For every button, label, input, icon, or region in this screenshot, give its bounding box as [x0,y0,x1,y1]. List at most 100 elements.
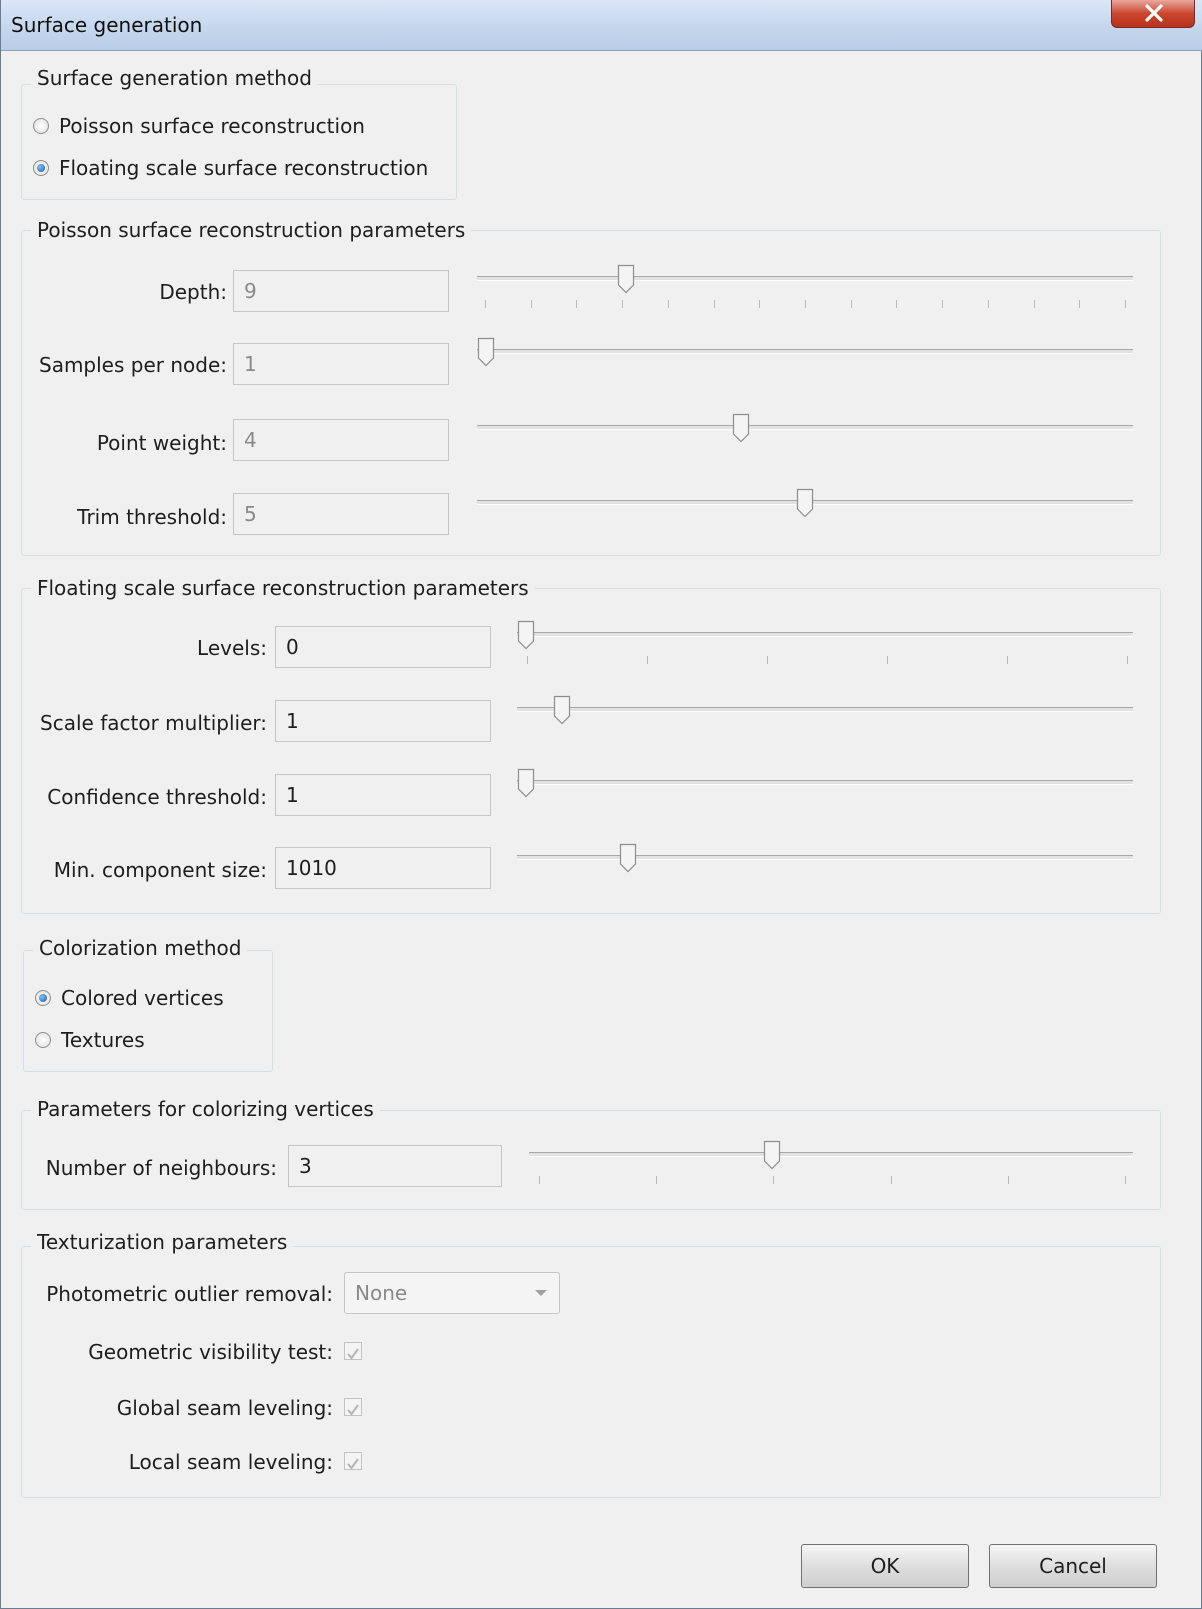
radio-button[interactable] [35,1032,51,1048]
point-weight-slider[interactable] [477,413,1133,443]
confidence-threshold-field[interactable]: 1 [275,774,491,816]
levels-slider[interactable] [517,620,1133,650]
number-of-neighbours-slider[interactable] [529,1140,1133,1170]
close-button[interactable] [1111,0,1195,28]
depth-ticks [485,300,1126,308]
trim-threshold-slider[interactable] [477,488,1133,518]
tick-mark [1034,300,1035,308]
outlier-removal-dropdown[interactable]: None [344,1272,560,1314]
tick-mark [851,300,852,308]
vertices-params-legend: Parameters for colorizing vertices [31,1097,380,1121]
texturization-params-legend: Texturization parameters [31,1230,294,1254]
tick-mark [668,300,669,308]
ok-button[interactable]: OK [801,1544,969,1588]
radio-poisson[interactable]: Poisson surface reconstruction [33,114,365,138]
tick-mark [759,300,760,308]
outlier-removal-value: None [355,1281,408,1305]
checkmark-icon[interactable] [344,1452,362,1470]
confidence-threshold-slider[interactable] [517,768,1133,798]
chevron-down-icon [535,1290,547,1296]
tick-mark [1007,656,1008,664]
tick-mark [988,300,989,308]
tick-mark [1008,1176,1009,1184]
radio-label: Colored vertices [61,986,224,1010]
title-bar: Surface generation [1,0,1202,51]
samples-per-node-slider[interactable] [477,337,1133,367]
tick-mark [1127,656,1128,664]
checkmark-icon[interactable] [344,1342,362,1360]
depth-slider[interactable] [477,264,1133,294]
radio-colored-vertices[interactable]: Colored vertices [35,986,224,1010]
close-icon [1145,4,1163,22]
levels-label: Levels: [197,636,267,660]
radio-label: Floating scale surface reconstruction [59,156,429,180]
slider-track[interactable] [477,425,1133,430]
slider-thumb[interactable] [796,488,814,518]
levels-field[interactable]: 0 [275,626,491,668]
tick-mark [1125,300,1126,308]
surface-generation-dialog: Surface generation Surface generation me… [0,0,1202,1609]
poisson-params-legend: Poisson surface reconstruction parameter… [31,218,472,242]
point-weight-field[interactable]: 4 [233,419,449,461]
slider-thumb[interactable] [763,1140,781,1170]
slider-track[interactable] [517,707,1133,712]
tick-mark [656,1176,657,1184]
surface-method-group [21,84,457,200]
depth-field[interactable]: 9 [233,270,449,312]
tick-mark [773,1176,774,1184]
tick-mark [887,656,888,664]
slider-thumb[interactable] [732,413,750,443]
slider-thumb[interactable] [553,695,571,725]
checkmark-icon[interactable] [344,1398,362,1416]
slider-thumb[interactable] [619,843,637,873]
geometric-visibility-checkbox[interactable] [344,1342,362,1360]
tick-mark [527,656,528,664]
radio-floating-scale[interactable]: Floating scale surface reconstruction [33,156,428,180]
slider-track[interactable] [477,349,1133,354]
slider-track[interactable] [517,855,1133,860]
global-seam-leveling-checkbox[interactable] [344,1398,362,1416]
tick-mark [891,1176,892,1184]
surface-method-legend: Surface generation method [31,66,318,90]
slider-thumb[interactable] [617,264,635,294]
scale-factor-multiplier-label: Scale factor multiplier: [40,711,267,735]
cancel-button[interactable]: Cancel [989,1544,1157,1588]
tick-mark [805,300,806,308]
tick-mark [896,300,897,308]
radio-textures[interactable]: Textures [35,1028,145,1052]
number-of-neighbours-field[interactable]: 3 [288,1145,502,1187]
radio-button[interactable] [33,160,49,176]
scale-factor-multiplier-slider[interactable] [517,695,1133,725]
global-seam-leveling-label: Global seam leveling: [116,1396,333,1420]
min-component-size-label: Min. component size: [53,858,267,882]
radio-button[interactable] [33,118,49,134]
tick-mark [1079,300,1080,308]
window-title: Surface generation [11,13,203,37]
neighbours-ticks [539,1176,1126,1184]
scale-factor-multiplier-field[interactable]: 1 [275,700,491,742]
slider-thumb[interactable] [517,768,535,798]
tick-mark [647,656,648,664]
slider-thumb[interactable] [477,337,495,367]
slider-track[interactable] [517,632,1133,637]
slider-track[interactable] [477,276,1133,281]
tick-mark [531,300,532,308]
point-weight-label: Point weight: [96,431,227,455]
trim-threshold-field[interactable]: 5 [233,493,449,535]
slider-track[interactable] [529,1152,1133,1157]
min-component-size-field[interactable]: 1010 [275,847,491,889]
local-seam-leveling-checkbox[interactable] [344,1452,362,1470]
tick-mark [485,300,486,308]
tick-mark [714,300,715,308]
colorization-method-legend: Colorization method [33,936,248,960]
slider-thumb[interactable] [517,620,535,650]
confidence-threshold-label: Confidence threshold: [47,785,267,809]
radio-button[interactable] [35,990,51,1006]
min-component-size-slider[interactable] [517,843,1133,873]
tick-mark [942,300,943,308]
tick-mark [576,300,577,308]
samples-per-node-field[interactable]: 1 [233,343,449,385]
radio-label: Textures [61,1028,145,1052]
slider-track[interactable] [517,780,1133,785]
colorization-method-group [23,950,273,1072]
